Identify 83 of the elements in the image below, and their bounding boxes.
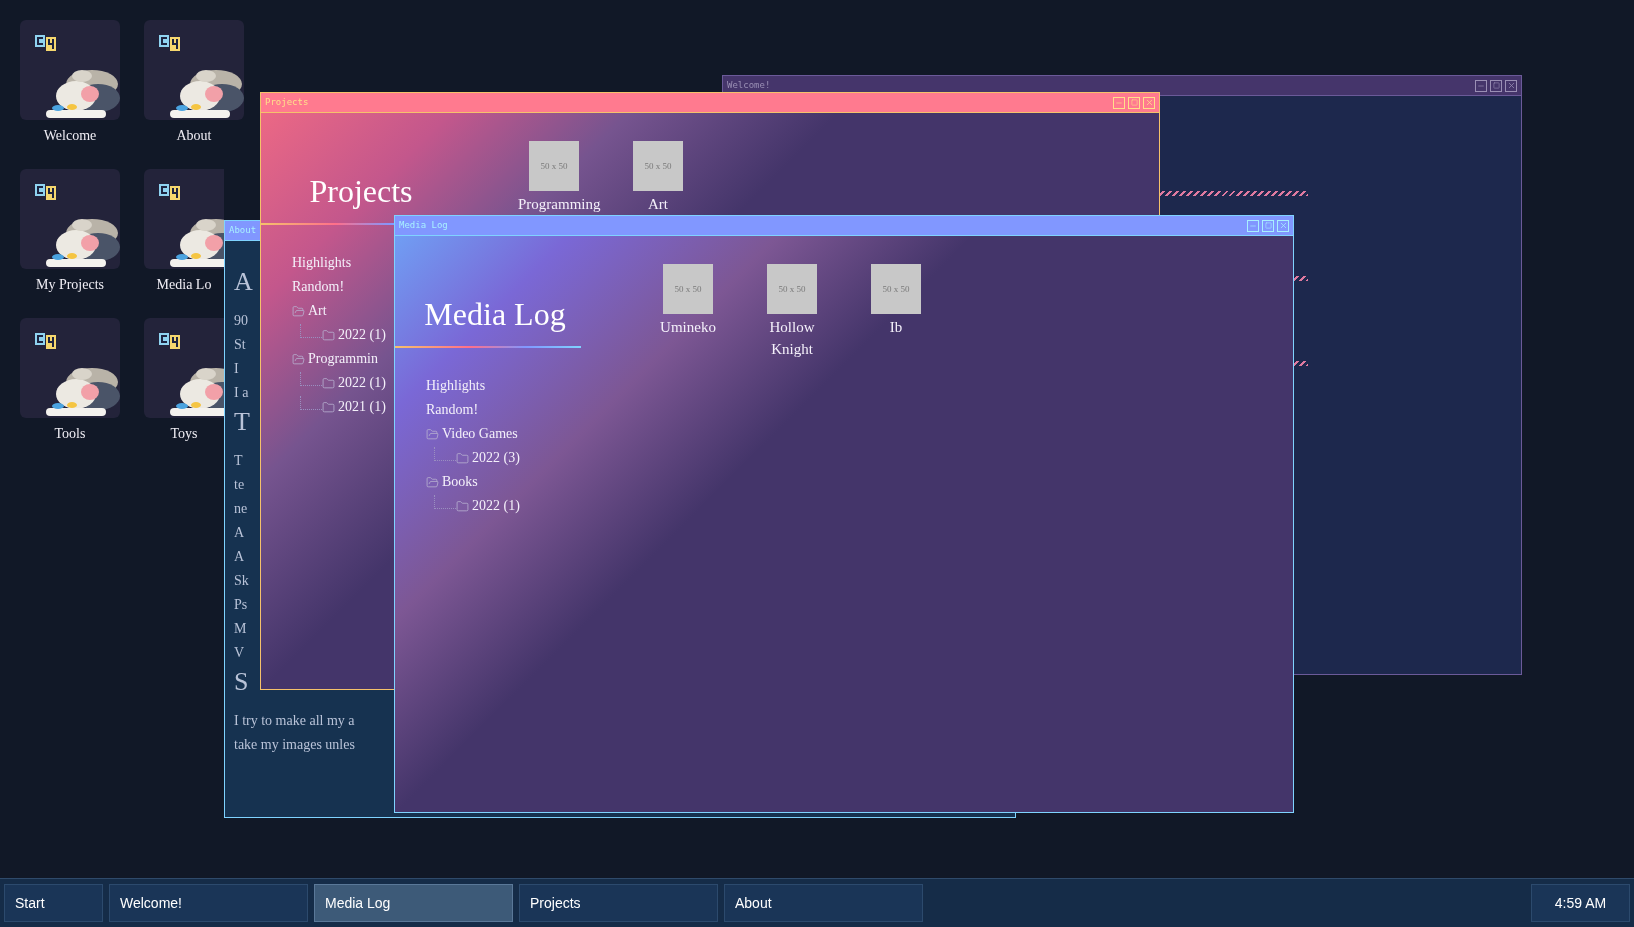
body-text: ne <box>234 500 248 518</box>
folder-item[interactable]: 2022 (1) <box>322 371 386 395</box>
gallery-item[interactable]: 50 x 50 Ib <box>844 264 948 338</box>
nav-link[interactable]: Highlights <box>426 374 486 398</box>
body-text: A <box>234 524 245 542</box>
image-placeholder: 50 x 50 <box>633 141 683 191</box>
nav-link[interactable]: Random! <box>292 275 345 299</box>
page-heading: Projects <box>309 173 413 209</box>
folder-icon <box>426 427 439 441</box>
folder-icon <box>456 451 469 465</box>
clock: 4:59 AM <box>1531 884 1630 922</box>
nav-link[interactable]: Highlights <box>292 251 352 275</box>
gallery-item[interactable]: 50 x 50 Hollow Knight <box>740 264 844 360</box>
page-heading: Media Log <box>424 296 566 332</box>
folder-item[interactable]: Programmin <box>292 347 378 371</box>
body-text: take my images unles <box>234 736 355 754</box>
close-button[interactable] <box>1505 79 1517 92</box>
image-placeholder: 50 x 50 <box>871 264 921 314</box>
close-icon <box>1144 98 1154 107</box>
desktop-shortcut[interactable]: Welcome <box>20 20 120 146</box>
taskbar-button[interactable]: Welcome! <box>109 884 308 922</box>
body-text: V <box>234 644 245 662</box>
body-text: St <box>234 336 246 354</box>
window-title: Welcome! <box>727 78 771 92</box>
body-text: Ps <box>234 596 248 614</box>
folder-item[interactable]: 2021 (1) <box>322 395 386 419</box>
desktop-shortcut[interactable]: Tools <box>20 318 120 444</box>
nav-link[interactable]: Random! <box>426 398 479 422</box>
folder-item[interactable]: Video Games <box>426 422 518 446</box>
image-placeholder: 50 x 50 <box>767 264 817 314</box>
body-text: T <box>234 452 243 470</box>
minimize-button[interactable] <box>1475 79 1487 92</box>
section-heading: T <box>234 406 250 438</box>
maximize-button[interactable] <box>1490 79 1502 92</box>
body-text: I <box>234 360 239 378</box>
body-text: I a <box>234 384 249 402</box>
folder-icon <box>456 499 469 513</box>
logo-icon <box>35 184 57 200</box>
folder-item[interactable]: 2022 (1) <box>322 323 386 347</box>
desktop-shortcut[interactable]: Toys <box>144 318 224 444</box>
taskbar-button[interactable]: About <box>724 884 923 922</box>
desktop-shortcut[interactable]: About <box>144 20 244 146</box>
body-text: A <box>234 548 245 566</box>
gallery-item[interactable]: 50 x 50 Programming <box>502 141 606 215</box>
logo-icon <box>159 184 181 200</box>
maximize-icon <box>1130 99 1138 106</box>
folder-item[interactable]: 2022 (1) <box>456 494 520 518</box>
window-title: About <box>229 223 257 237</box>
window-title: Projects <box>265 95 309 109</box>
folder-icon <box>292 304 305 318</box>
folder-icon <box>322 328 335 342</box>
section-heading: S <box>234 666 249 698</box>
gallery-item[interactable]: 50 x 50 Art <box>606 141 710 215</box>
close-icon <box>1278 221 1288 230</box>
image-placeholder: 50 x 50 <box>663 264 713 314</box>
gallery-item[interactable]: 50 x 50 Umineko <box>636 264 740 338</box>
section-heading: A <box>234 266 253 298</box>
folder-icon <box>426 475 439 489</box>
maximize-icon <box>1492 82 1500 89</box>
folder-icon <box>322 376 335 390</box>
body-text: 90 <box>234 312 248 330</box>
desktop-shortcut[interactable]: My Projects <box>20 169 120 295</box>
body-text: M <box>234 620 247 638</box>
folder-icon <box>322 400 335 414</box>
folder-icon <box>292 352 305 366</box>
folder-item[interactable]: Books <box>426 470 478 494</box>
maximize-icon <box>1264 222 1272 229</box>
logo-icon <box>35 35 57 51</box>
body-text: I try to make all my a <box>234 712 355 730</box>
image-placeholder: 50 x 50 <box>529 141 579 191</box>
folder-item[interactable]: 2022 (3) <box>456 446 520 470</box>
folder-item[interactable]: Art <box>292 299 327 323</box>
window-title: Media Log <box>399 218 448 232</box>
body-text: te <box>234 476 245 494</box>
logo-icon <box>35 333 57 349</box>
taskbar-button[interactable]: Media Log <box>314 884 513 922</box>
body-text: Sk <box>234 572 249 590</box>
start-button[interactable]: Start <box>4 884 103 922</box>
desktop-shortcut[interactable]: Media Lo <box>144 169 224 295</box>
logo-icon <box>159 333 181 349</box>
taskbar-button[interactable]: Projects <box>519 884 718 922</box>
close-icon <box>1506 81 1516 90</box>
logo-icon <box>159 35 181 51</box>
